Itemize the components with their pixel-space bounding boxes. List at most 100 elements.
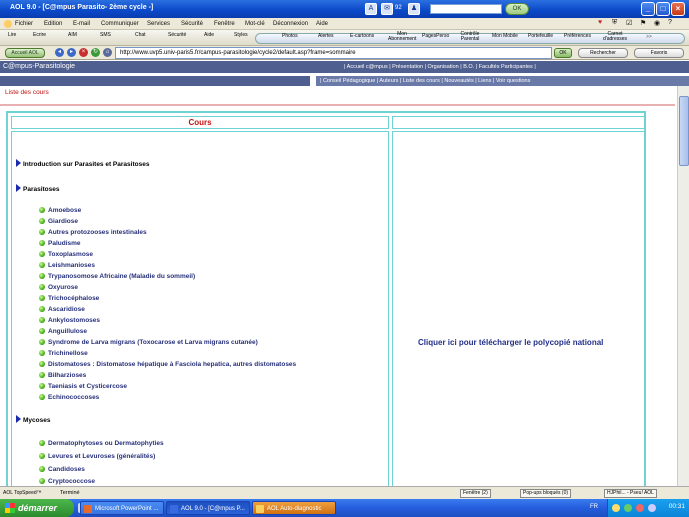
title-ok-button[interactable]: OK <box>505 3 529 15</box>
aol-home-button[interactable]: Accueil AOL <box>5 48 45 58</box>
course-link[interactable]: Candidoses <box>39 466 85 473</box>
refresh-icon[interactable]: ↻ <box>91 48 100 57</box>
mail-icon[interactable]: ✉ <box>381 3 393 15</box>
checkbox-icon[interactable]: ☑ <box>626 19 632 27</box>
course-link[interactable]: Ascaridiose <box>39 306 85 313</box>
toolbar-abonnement[interactable]: Mon Abonnement <box>388 32 416 42</box>
toolbar-portefeuille[interactable]: Portefeuille <box>528 34 553 39</box>
maximize-button[interactable]: □ <box>656 2 670 16</box>
toolbar-photos[interactable]: Photos <box>282 34 298 39</box>
course-link[interactable]: Autres protozooses intestinales <box>39 229 147 236</box>
course-link[interactable]: Bilharzioses <box>39 372 86 379</box>
menu-edition[interactable]: Edition <box>44 21 62 27</box>
toolbar-aide[interactable]: Aide <box>204 32 214 38</box>
menu-services[interactable]: Services <box>147 21 170 27</box>
menu-securite[interactable]: Sécurité <box>181 21 203 27</box>
menu-fenetre[interactable]: Fenêtre <box>214 21 235 27</box>
address-bar: Accueil AOL ◂ ▸ × ↻ ⌂ http://www.uvp5.un… <box>0 46 689 60</box>
scroll-thumb[interactable] <box>679 96 689 166</box>
course-link[interactable]: Anguillulose <box>39 328 87 335</box>
course-link[interactable]: Toxoplasmose <box>39 251 93 258</box>
tray-icon[interactable] <box>624 504 632 512</box>
url-input[interactable]: http://www.uvp5.univ-paris5.fr/campus-pa… <box>115 47 552 59</box>
bullet-icon <box>39 328 45 334</box>
popups-blocked[interactable]: Pop-ups bloqués (0) <box>520 489 572 498</box>
task-auto-diagnostic[interactable]: AOL Auto-diagnostic <box>252 501 336 515</box>
course-link[interactable]: Giardiose <box>39 218 78 225</box>
menu-motcle[interactable]: Mot-clé <box>245 21 265 27</box>
toolbar-styles[interactable]: Styles <box>234 32 248 38</box>
course-link[interactable]: Ankylostomoses <box>39 317 100 324</box>
bullet-icon <box>39 478 45 484</box>
toolbar-pagesperso[interactable]: PagesPerso <box>422 34 449 39</box>
toolbar-chat[interactable]: Chat <box>135 32 146 38</box>
scrollbar[interactable] <box>677 86 689 486</box>
back-icon[interactable]: ◂ <box>55 48 64 57</box>
toolbar-preferences[interactable]: Préférences <box>564 34 591 39</box>
course-link[interactable]: Echinococcoses <box>39 394 99 401</box>
toolbar-securite[interactable]: Sécurité <box>168 32 186 38</box>
menu-email[interactable]: E-mail <box>73 21 90 27</box>
bullet-icon <box>39 207 45 213</box>
close-button[interactable]: × <box>671 2 685 16</box>
shield-icon[interactable]: ⛨ <box>612 19 617 27</box>
people-icon[interactable]: A <box>365 3 377 15</box>
course-link[interactable]: Paludisme <box>39 240 81 247</box>
go-button[interactable]: OK <box>554 48 572 58</box>
tray-icon[interactable] <box>612 504 620 512</box>
toolbar-alertes[interactable]: Alertes <box>318 34 334 39</box>
course-link[interactable]: Trichocéphalose <box>39 295 99 302</box>
help-icon[interactable]: ? <box>668 19 672 26</box>
mail-count: 92 <box>395 5 402 11</box>
site-top-links[interactable]: | Accueil c@mpus | Présentation | Organi… <box>344 64 536 70</box>
course-link[interactable]: Cryptococcose <box>39 478 95 486</box>
download-polycopie-link[interactable]: Cliquer ici pour télécharger le polycopi… <box>418 338 603 347</box>
buddy-icon[interactable]: ♟ <box>408 3 420 15</box>
course-link[interactable]: Trypanosomose Africaine (Maladie du somm… <box>39 273 195 280</box>
menu-fichier[interactable]: Fichier <box>15 21 33 27</box>
task-aol[interactable]: AOL 9.0 - [C@mpus P... <box>166 501 250 515</box>
course-link[interactable]: Leishmanioses <box>39 262 95 269</box>
site-nav-links[interactable]: | Conseil Pédagogique | Auteurs | Liste … <box>316 76 689 86</box>
toolbar-mon-mobile[interactable]: Mon Mobile <box>492 34 518 39</box>
home-icon[interactable]: ⌂ <box>103 48 112 57</box>
flag-icon[interactable]: ⚑ <box>640 19 646 27</box>
course-link[interactable]: Syndrome de Larva migrans (Toxocarose et… <box>39 339 258 346</box>
title-search-input[interactable] <box>430 4 502 14</box>
intro-link[interactable]: Introduction sur Parasites et Parasitose… <box>16 159 149 168</box>
toolbar-controle-parental[interactable]: Contrôle Parental <box>456 32 484 42</box>
toolbar-carnet[interactable]: Carnet d'adresses <box>600 32 630 42</box>
toolbar-ecartoons[interactable]: E-cartoons <box>350 34 374 39</box>
toolbar-ecrire[interactable]: Ecrire <box>33 32 46 38</box>
tray-icon[interactable] <box>636 504 644 512</box>
favorites-button[interactable]: Favoris <box>634 48 684 58</box>
course-link[interactable]: Levures et Levuroses (généralités) <box>39 453 155 460</box>
search-button[interactable]: Rechercher <box>578 48 628 58</box>
course-link[interactable]: Oxyurose <box>39 284 78 291</box>
course-link[interactable]: Taeniasis et Cysticercose <box>39 383 127 390</box>
menu-communiquer[interactable]: Communiquer <box>101 21 139 27</box>
windows-dropdown[interactable]: Fenêtre (2) <box>460 489 491 498</box>
course-link[interactable]: Amoebose <box>39 207 81 214</box>
language-indicator[interactable]: FR <box>590 504 598 510</box>
toolbar-sms[interactable]: SMS <box>100 32 111 38</box>
tray-icon[interactable] <box>648 504 656 512</box>
minimize-button[interactable]: _ <box>641 2 655 16</box>
task-powerpoint[interactable]: Microsoft PowerPoint ... <box>80 501 164 515</box>
user-dropdown[interactable]: HJPhil... - Pseu! AOL <box>604 489 657 498</box>
course-link[interactable]: Distomatoses : Distomatose hépatique à F… <box>39 361 296 368</box>
menu-aide[interactable]: Aide <box>316 21 328 27</box>
title-bar: AOL 9.0 - [C@mpus Parasito- 2ème cycle -… <box>0 0 689 18</box>
toolbar-lire[interactable]: Lire <box>8 32 16 38</box>
stop-icon[interactable]: × <box>79 48 88 57</box>
globe-icon[interactable]: ◉ <box>654 19 660 27</box>
aol-logo-icon <box>4 20 12 28</box>
forward-icon[interactable]: ▸ <box>67 48 76 57</box>
chevron-right-icon[interactable]: >> <box>646 34 652 40</box>
course-link[interactable]: Trichinellose <box>39 350 88 357</box>
course-link[interactable]: Dermatophytoses ou Dermatophyties <box>39 440 164 447</box>
menu-deconnexion[interactable]: Déconnexion <box>273 21 308 27</box>
courses-frame: Cours Introduction sur Parasites et Para… <box>6 111 646 491</box>
toolbar-aim[interactable]: AIM <box>68 32 77 38</box>
heart-icon[interactable]: ♥ <box>598 19 602 26</box>
